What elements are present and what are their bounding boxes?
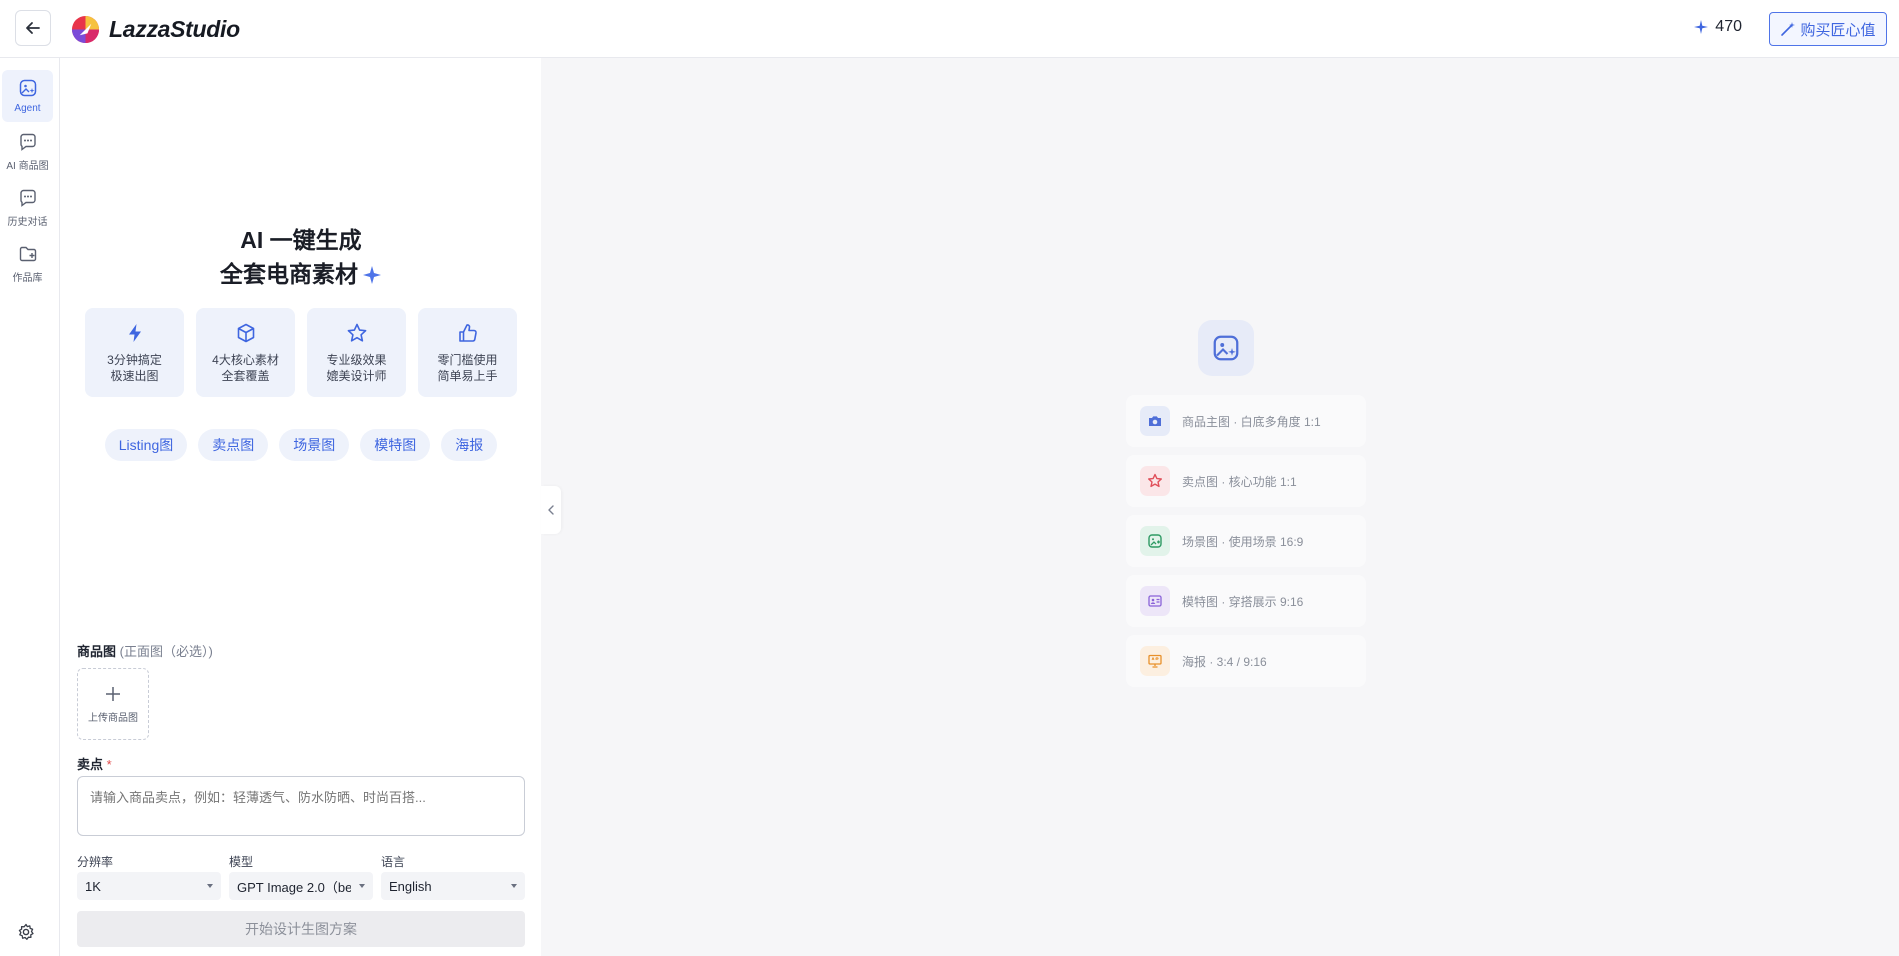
magic-wand-icon: [1781, 22, 1796, 36]
camera-icon: [1140, 406, 1170, 436]
chip-selling-point[interactable]: 卖点图: [198, 429, 269, 461]
brand-logo[interactable]: LazzaStudio: [71, 14, 240, 44]
product-image-hint: (正面图（必选）): [119, 644, 213, 659]
preview-canvas: [541, 58, 1899, 956]
feature-line: 极速出图: [110, 369, 159, 383]
buy-credits-button[interactable]: 购买匠心值: [1769, 12, 1887, 46]
asset-type-card-model: 模特图 · 穿搭展示 9:16: [1126, 575, 1366, 627]
portrait-icon: [1140, 586, 1170, 616]
model-select[interactable]: GPT Image 2.0（bet: [229, 872, 373, 900]
feature-card-quality: 专业级效果 媲美设计师: [307, 308, 406, 397]
feature-line: 简单易上手: [437, 369, 498, 383]
feature-card-speed: 3分钟搞定 极速出图: [85, 308, 184, 397]
upload-product-image-button[interactable]: 上传商品图: [77, 668, 149, 740]
asset-type-text: 模特图 · 穿搭展示 9:16: [1182, 594, 1304, 609]
asset-chip-list: Listing图 卖点图 场景图 模特图 海报: [61, 429, 541, 461]
asset-type-card-main: 商品主图 · 白底多角度 1:1: [1126, 395, 1366, 447]
caret-down-icon: [207, 884, 213, 888]
resolution-select[interactable]: 1K: [77, 872, 221, 900]
scene-icon: [1140, 526, 1170, 556]
feature-list: 3分钟搞定 极速出图 4大核心素材 全套覆盖 专业级效果 媲美设计师 零门槛使用…: [85, 308, 518, 397]
hero-title-line1: AI 一键生成: [240, 227, 362, 253]
brand-name: LazzaStudio: [109, 15, 240, 42]
credits-value: 470: [1715, 18, 1742, 35]
selling-point-input[interactable]: [77, 776, 525, 836]
plus-icon: [106, 686, 120, 701]
chip-model[interactable]: 模特图: [360, 429, 431, 461]
chevron-left-icon: [548, 505, 554, 515]
lightning-icon: [128, 324, 141, 342]
asset-type-text: 场景图 · 使用场景 16:9: [1182, 534, 1304, 549]
sparkle-icon: [363, 266, 381, 284]
caret-down-icon: [359, 884, 365, 888]
asset-type-text: 卖点图 · 核心功能 1:1: [1182, 474, 1297, 489]
cube-icon: [237, 323, 254, 343]
rail-item-ai-product[interactable]: AI 商品图: [2, 126, 53, 178]
collapse-panel-button[interactable]: [541, 486, 561, 534]
back-button[interactable]: [15, 10, 51, 46]
star-icon: [347, 323, 366, 342]
resolution-value: 1K: [85, 878, 101, 894]
thumbs-up-icon: [458, 324, 477, 342]
asset-type-card-scene: 场景图 · 使用场景 16:9: [1126, 515, 1366, 567]
star-burst-icon: [1694, 20, 1709, 34]
caret-down-icon: [511, 884, 517, 888]
chat-bubble-icon: [19, 133, 36, 151]
poster-icon: [1140, 646, 1170, 676]
rail-item-label: 作品库: [12, 273, 43, 284]
chip-poster[interactable]: 海报: [441, 429, 498, 461]
model-value: GPT Image 2.0（bet: [237, 879, 351, 895]
selling-point-title: 卖点: [77, 757, 104, 772]
buy-credits-label: 购买匠心值: [1800, 21, 1876, 39]
feature-card-easy: 零门槛使用 简单易上手: [418, 308, 517, 397]
feature-line: 3分钟搞定: [107, 353, 162, 367]
chip-listing[interactable]: Listing图: [104, 429, 188, 461]
hero-title-line2: 全套电商素材: [61, 255, 541, 289]
product-image-label: 商品图 (正面图（必选）): [77, 641, 213, 660]
rail-item-label: 历史对话: [7, 217, 48, 228]
feature-line: 4大核心素材: [212, 353, 279, 367]
product-image-title: 商品图: [77, 644, 117, 659]
asset-type-text: 商品主图 · 白底多角度 1:1: [1182, 414, 1321, 429]
start-design-button[interactable]: 开始设计生图方案: [77, 911, 525, 947]
model-label: 模型: [229, 855, 254, 869]
required-mark: *: [106, 757, 112, 772]
star-icon: [1140, 466, 1170, 496]
language-select[interactable]: English: [381, 872, 525, 900]
language-value: English: [389, 878, 432, 894]
image-sparkle-icon: [1198, 320, 1254, 376]
folder-plus-icon: [19, 246, 36, 262]
credits-balance: 470: [1694, 18, 1742, 36]
rail-item-label: Agent: [14, 103, 41, 114]
feature-line: 全套覆盖: [221, 369, 270, 383]
upload-label: 上传商品图: [88, 712, 138, 724]
asset-type-text: 海报 · 3:4 / 9:16: [1182, 654, 1267, 669]
feature-line: 媲美设计师: [326, 369, 387, 383]
resolution-label: 分辨率: [77, 855, 114, 869]
arrow-left-icon: [26, 22, 40, 34]
rail-item-history[interactable]: 历史对话: [2, 182, 53, 234]
logo-icon: [71, 15, 100, 43]
top-header: LazzaStudio 470 购买匠心值: [0, 0, 1899, 58]
feature-line: 零门槛使用: [437, 353, 498, 367]
rail-item-label: AI 商品图: [6, 161, 49, 172]
asset-type-card-selling: 卖点图 · 核心功能 1:1: [1126, 455, 1366, 507]
rail-item-gallery[interactable]: 作品库: [2, 238, 53, 290]
feature-card-assets: 4大核心素材 全套覆盖: [196, 308, 295, 397]
selling-point-label: 卖点 *: [77, 754, 112, 773]
asset-type-card-poster: 海报 · 3:4 / 9:16: [1126, 635, 1366, 687]
generator-panel: AI 一键生成 全套电商素材 3分钟搞定 极速出图 4大核心素材 全套覆盖 专业…: [61, 58, 541, 956]
language-label: 语言: [381, 855, 406, 869]
chat-bubble-icon: [19, 189, 36, 207]
rail-item-agent[interactable]: Agent: [2, 70, 53, 122]
image-sparkle-icon: [19, 79, 36, 97]
feature-line: 专业级效果: [326, 353, 387, 367]
chip-scene[interactable]: 场景图: [279, 429, 350, 461]
settings-gear-icon[interactable]: [16, 922, 36, 942]
left-rail: Agent AI 商品图 历史对话 作品库: [0, 58, 60, 956]
hero-title-text: 全套电商素材: [220, 261, 358, 287]
